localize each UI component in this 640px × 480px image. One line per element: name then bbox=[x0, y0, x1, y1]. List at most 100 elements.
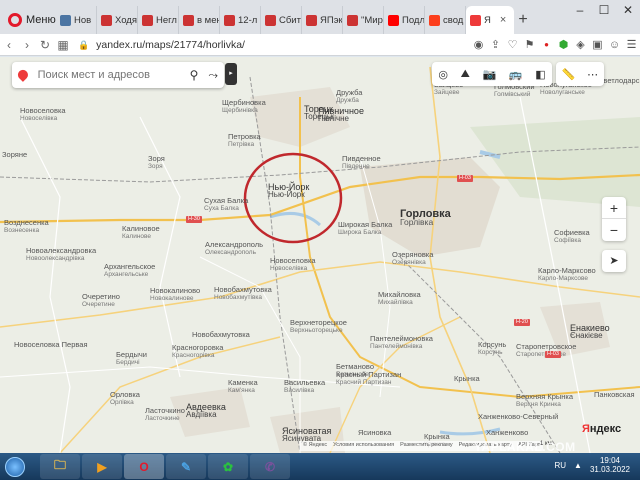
place-label[interactable]: Орловка Орлівка bbox=[110, 391, 140, 407]
transport-icon[interactable]: 🚌 bbox=[509, 68, 523, 81]
ruler-icon[interactable]: 📏 bbox=[562, 68, 576, 81]
bookmark-icon[interactable]: ⚑ bbox=[521, 38, 538, 51]
photo-icon[interactable]: 📷 bbox=[483, 68, 497, 81]
place-label[interactable]: Зоряне bbox=[2, 151, 27, 159]
place-label[interactable]: Верхняя Крынка Верхня Кринка bbox=[516, 393, 573, 409]
place-label[interactable]: Нью-Йорк Нью-Йорк bbox=[268, 183, 309, 199]
footer-link[interactable]: © Яндекс bbox=[303, 442, 327, 450]
layers-icon[interactable]: ◎ bbox=[438, 68, 448, 81]
place-label[interactable]: Софиевка Софіївка bbox=[554, 229, 590, 245]
new-tab-button[interactable]: + bbox=[514, 6, 532, 34]
place-label[interactable]: Новокалиново Новокалинове bbox=[150, 287, 200, 303]
place-label[interactable]: Новоселовка Новоселівка bbox=[270, 257, 316, 273]
place-label[interactable]: Каменка Кам'янка bbox=[228, 379, 258, 395]
browser-tab[interactable]: Сбит bbox=[261, 6, 302, 34]
place-label[interactable]: Михайловка Михайлівка bbox=[378, 291, 421, 307]
place-label[interactable]: Корсунь Корсунь bbox=[478, 341, 506, 357]
browser-tab[interactable]: Подл bbox=[384, 6, 425, 34]
map-search-input[interactable] bbox=[37, 69, 180, 81]
place-label[interactable]: Енакиево Єнакієве bbox=[570, 324, 610, 340]
place-label[interactable]: Новоселовка Новоселівка bbox=[20, 107, 66, 123]
place-label[interactable]: Зоря Зоря bbox=[148, 155, 165, 171]
share-icon[interactable]: ⇪ bbox=[487, 38, 504, 51]
browser-tab[interactable]: 12-л bbox=[220, 6, 261, 34]
place-label[interactable]: Васильевка Василівка bbox=[284, 379, 325, 395]
place-label[interactable]: Новобахмутовка Новобахмутівка bbox=[214, 286, 272, 302]
maximize-button[interactable]: ☐ bbox=[592, 0, 616, 20]
panorama-icon[interactable]: ⛰ bbox=[461, 68, 470, 81]
zoom-out-button[interactable]: − bbox=[602, 219, 626, 241]
place-label[interactable]: Калиновое Калинове bbox=[122, 225, 160, 241]
place-label[interactable]: Светлодарск bbox=[598, 77, 640, 85]
place-label[interactable]: Щербиновка Щербинівка bbox=[222, 99, 266, 115]
browser-tab[interactable]: Ходя bbox=[97, 6, 138, 34]
place-label[interactable]: Ласточкино Ласточкине bbox=[145, 407, 185, 423]
camera-icon[interactable]: ◉ bbox=[470, 38, 487, 51]
place-label[interactable]: Бердычи Бердичі bbox=[116, 351, 147, 367]
close-window-button[interactable]: ✕ bbox=[616, 0, 640, 20]
geolocation-button[interactable]: ➤ bbox=[602, 250, 626, 272]
collapse-panel-button[interactable]: ▸ bbox=[225, 63, 237, 85]
minimize-button[interactable]: – bbox=[568, 0, 592, 20]
tray-arrow-icon[interactable]: ▲ bbox=[574, 461, 582, 470]
tabs-grid-icon[interactable]: ▦ bbox=[54, 38, 72, 52]
account-icon[interactable]: ☺ bbox=[606, 39, 623, 51]
browser-tab[interactable]: Нов bbox=[56, 6, 97, 34]
taskbar-paint-button[interactable]: ✎ bbox=[166, 454, 206, 479]
easy-setup-icon[interactable]: ☰ bbox=[623, 38, 640, 51]
place-label[interactable]: Новобахмутовка bbox=[192, 331, 250, 339]
taskbar-opera-button[interactable]: O bbox=[124, 454, 164, 479]
close-tab-icon[interactable]: × bbox=[500, 14, 506, 26]
adblock-icon[interactable]: ● bbox=[538, 40, 555, 49]
language-indicator[interactable]: RU bbox=[554, 461, 566, 470]
place-label[interactable]: Крынка bbox=[454, 375, 480, 383]
place-label[interactable]: Очеретино Очеретине bbox=[82, 293, 120, 309]
browser-tab[interactable]: в мен bbox=[179, 6, 220, 34]
footer-link[interactable]: Разместить рекламу bbox=[400, 442, 453, 450]
place-label[interactable]: Архангельское Архангельське bbox=[104, 263, 155, 279]
place-label[interactable]: Верхнеторецкое Верхньоторецьке bbox=[290, 319, 347, 335]
traffic-icon[interactable]: ◧ bbox=[535, 68, 545, 81]
back-icon[interactable]: ‹ bbox=[0, 38, 18, 52]
url-field[interactable]: 🔒 yandex.ru/maps/21774/horlivka/ bbox=[78, 39, 470, 51]
browser-tab[interactable]: Негл bbox=[138, 6, 179, 34]
place-label[interactable]: Александрополь Олександрополь bbox=[205, 241, 263, 257]
place-label[interactable]: Дружба Дружба bbox=[336, 89, 362, 105]
place-label[interactable]: Новоселовка Первая bbox=[14, 341, 88, 349]
place-label[interactable]: Ханженково bbox=[486, 429, 528, 437]
browser-tab[interactable]: ЯПэк bbox=[302, 6, 343, 34]
start-button[interactable] bbox=[0, 453, 30, 480]
place-label[interactable]: Новоалександровка Новоолександрівка bbox=[26, 247, 96, 263]
place-label[interactable]: Ханженково-Северный bbox=[478, 413, 558, 421]
heart-icon[interactable]: ♡ bbox=[504, 38, 521, 51]
place-label[interactable]: Возднесенка Вознесенка bbox=[4, 219, 49, 235]
opera-menu-button[interactable]: Меню bbox=[0, 6, 56, 34]
place-label[interactable]: Красный Партизан Красний Партизан bbox=[336, 371, 401, 387]
browser-tab[interactable]: "Мир bbox=[343, 6, 384, 34]
taskbar-media-button[interactable]: ▶ bbox=[82, 454, 122, 479]
place-label[interactable]: Карло-Марксово Карло-Марксове bbox=[538, 267, 596, 283]
place-label[interactable]: Сухая Балка Суха Балка bbox=[204, 197, 248, 213]
zoom-in-button[interactable]: + bbox=[602, 197, 626, 219]
footer-link[interactable]: Условия использования bbox=[333, 442, 394, 450]
map-canvas[interactable]: НовоселовкаНовоселівкаЗайцевоЗайцевеГолм… bbox=[0, 57, 640, 453]
place-label[interactable]: Пивденное Південне bbox=[342, 155, 381, 171]
clock[interactable]: 19:04 31.03.2022 bbox=[590, 456, 630, 474]
browser-tab[interactable]: Я × bbox=[466, 6, 514, 34]
taskbar-viber-button[interactable]: ✆ bbox=[250, 454, 290, 479]
taskbar-explorer-button[interactable]: 🗀 bbox=[40, 454, 80, 479]
extension-icon[interactable]: ⬢ bbox=[555, 38, 572, 51]
place-label[interactable]: Панковская bbox=[594, 391, 635, 399]
taskbar-app-green-button[interactable]: ✿ bbox=[208, 454, 248, 479]
place-label[interactable]: Ясиновка bbox=[358, 429, 391, 437]
place-label[interactable]: Пантелеймоновка Пантелеймонівка bbox=[370, 335, 433, 351]
more-icon[interactable]: ⋯ bbox=[587, 68, 598, 81]
forward-icon[interactable]: › bbox=[18, 38, 36, 52]
browser-tab[interactable]: свод bbox=[425, 6, 466, 34]
place-label[interactable]: Широкая Балка Широка Балка bbox=[338, 221, 392, 237]
place-label[interactable]: Пивничное Північне bbox=[318, 107, 364, 123]
place-label[interactable]: Горловка Горлівка bbox=[400, 209, 451, 227]
place-label[interactable]: Авдеевка Авдіївка bbox=[186, 403, 226, 419]
snapshot-icon[interactable]: ▣ bbox=[589, 38, 606, 51]
place-label[interactable]: Петровка Петрівка bbox=[228, 133, 261, 149]
